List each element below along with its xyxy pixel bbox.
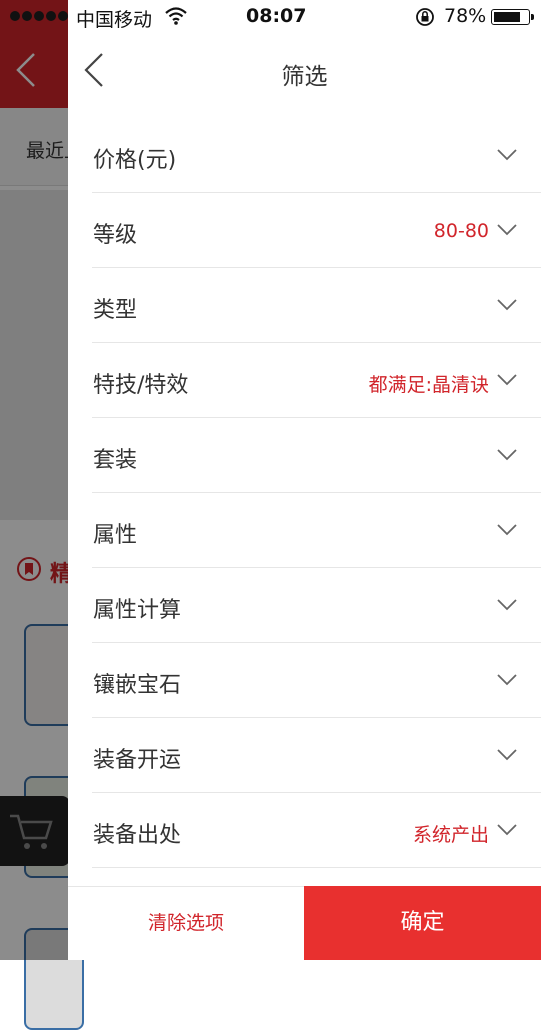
filter-row[interactable]: 类型: [92, 268, 541, 343]
filter-row[interactable]: 属性计算: [92, 568, 541, 643]
filter-label: 镶嵌宝石: [93, 673, 182, 698]
chevron-down-icon: [497, 599, 517, 611]
chevron-down-icon: [497, 299, 517, 311]
clock: 08:07: [246, 5, 307, 27]
filter-row[interactable]: 装备出处 系统产出: [92, 793, 541, 868]
filter-label: 价格(元): [93, 148, 177, 173]
filter-value: 80-80: [433, 220, 489, 242]
carrier-name: 中国移动: [76, 9, 153, 31]
filter-label: 装备开运: [93, 748, 182, 773]
clear-options-button[interactable]: 清除选项: [68, 886, 304, 960]
filter-row[interactable]: 特技/特效 都满足:晶清诀: [92, 343, 541, 418]
chevron-down-icon: [497, 674, 517, 686]
chevron-down-icon: [497, 524, 517, 536]
page-title: 筛选: [281, 64, 328, 90]
filter-drawer: 筛选 价格(元) 等级 80-80 类型特技/特效 都满足:晶清诀套装属性属性计算镶嵌宝…: [68, 0, 541, 960]
chevron-down-icon: [497, 449, 517, 461]
filter-row[interactable]: 价格(元): [92, 118, 541, 193]
chevron-down-icon: [497, 749, 517, 761]
battery-icon: [491, 9, 534, 25]
confirm-button[interactable]: 确定: [304, 886, 541, 960]
chevron-down-icon: [497, 374, 517, 386]
chevron-down-icon: [497, 149, 517, 161]
status-bar: 中国移动 08:07 78%: [0, 0, 541, 34]
filter-label: 特技/特效: [93, 373, 189, 398]
filter-row[interactable]: 等级 80-80: [92, 193, 541, 268]
drawer-header: 筛选: [68, 34, 541, 110]
filter-label: 属性: [93, 523, 138, 548]
filter-label: 装备出处: [93, 823, 182, 848]
filter-row[interactable]: 属性: [92, 493, 541, 568]
filter-list: 价格(元) 等级 80-80 类型特技/特效 都满足:晶清诀套装属性属性计算镶嵌宝石装备…: [68, 118, 541, 868]
filter-row[interactable]: 套装: [92, 418, 541, 493]
filter-value: 系统产出: [412, 824, 489, 846]
drawer-footer: 清除选项 确定: [68, 886, 541, 960]
filter-label: 属性计算: [93, 598, 182, 623]
wifi-icon: [165, 7, 187, 25]
filter-label: 类型: [93, 298, 138, 323]
filter-label: 等级: [93, 223, 138, 248]
chevron-down-icon: [497, 824, 517, 836]
filter-label: 套装: [93, 448, 138, 473]
filter-value: 都满足:晶清诀: [368, 374, 489, 396]
battery-percent: 78%: [444, 5, 487, 27]
signal-strength-icon: [10, 11, 68, 21]
chevron-down-icon: [497, 224, 517, 236]
filter-row[interactable]: 装备开运: [92, 718, 541, 793]
filter-row[interactable]: 镶嵌宝石: [92, 643, 541, 718]
rotation-lock-icon: [416, 8, 434, 26]
